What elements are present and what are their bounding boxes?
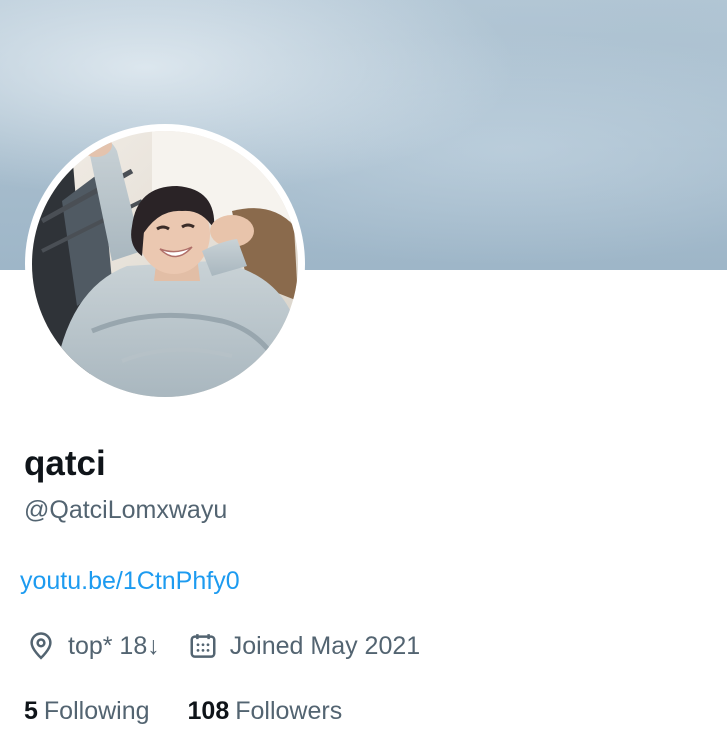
- following-count: 5: [24, 696, 38, 725]
- location-text: top* 18↓: [68, 631, 160, 660]
- followers-link[interactable]: 108 Followers: [188, 697, 343, 726]
- profile-handle: @QatciLomxwayu: [24, 496, 228, 524]
- profile-meta-row: top* 18↓ Joined May 2021: [26, 628, 420, 664]
- following-label: Following: [43, 696, 150, 725]
- profile-joined: Joined May 2021: [188, 631, 420, 661]
- calendar-icon: [188, 631, 218, 661]
- followers-label: Followers: [235, 696, 343, 725]
- location-pin-icon: [26, 631, 56, 661]
- profile-location: top* 18↓: [26, 631, 160, 661]
- profile-page: qatci @QatciLomxwayu youtu.be/1CtnPhfy0 …: [0, 0, 727, 742]
- bio-link[interactable]: youtu.be/1CtnPhfy0: [20, 565, 240, 597]
- following-link[interactable]: 5 Following: [24, 697, 150, 726]
- joined-text: Joined May 2021: [229, 631, 421, 660]
- profile-avatar[interactable]: [25, 124, 305, 404]
- profile-display-name: qatci: [24, 444, 106, 483]
- avatar-photo: [32, 131, 298, 397]
- followers-count: 108: [187, 696, 230, 725]
- profile-stats-row: 5 Following 108 Followers: [24, 694, 342, 728]
